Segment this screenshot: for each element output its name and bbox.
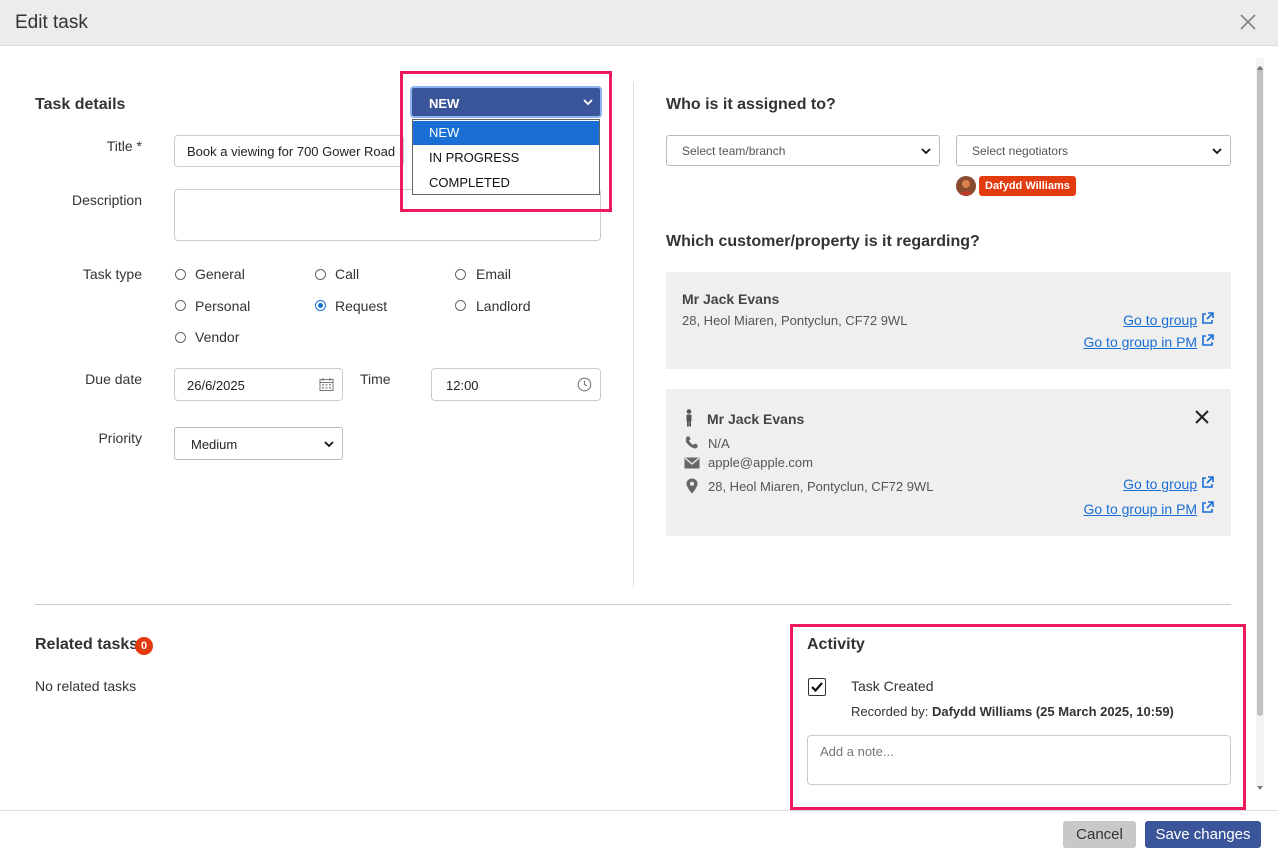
clock-icon[interactable]	[577, 377, 592, 395]
contact-phone: N/A	[708, 436, 730, 451]
chevron-down-icon	[583, 99, 593, 106]
external-link-icon	[1202, 476, 1214, 488]
avatar	[956, 176, 976, 196]
contact-address: 28, Heol Miaren, Pontyclun, CF72 9WL	[708, 479, 934, 494]
radio-call[interactable]	[315, 269, 326, 280]
remove-contact-icon[interactable]	[1194, 409, 1210, 428]
priority-select[interactable]: Medium	[174, 427, 343, 460]
cancel-button[interactable]: Cancel	[1063, 821, 1136, 848]
go-to-group-link-2[interactable]: Go to group	[1123, 476, 1214, 492]
calendar-icon[interactable]	[319, 377, 334, 395]
radio-general-label[interactable]: General	[195, 266, 245, 282]
recorded-by-detail: Dafydd Williams (25 March 2025, 10:59)	[931, 704, 1174, 719]
status-option-in-progress[interactable]: IN PROGRESS	[413, 146, 599, 170]
envelope-icon	[684, 456, 700, 472]
radio-personal[interactable]	[175, 300, 186, 311]
activity-checkbox[interactable]	[808, 678, 826, 696]
radio-request[interactable]	[315, 300, 326, 311]
due-date-input[interactable]: 26/6/2025	[174, 368, 343, 401]
time-value: 12:00	[446, 378, 479, 393]
scroll-up-icon[interactable]	[1256, 58, 1264, 74]
related-tasks-heading: Related tasks	[35, 636, 139, 653]
recorded-by-prefix: Recorded by:	[851, 704, 929, 719]
assigned-heading: Who is it assigned to?	[666, 96, 836, 113]
go-to-group-pm-link-2[interactable]: Go to group in PM	[1083, 501, 1214, 517]
scrollbar-thumb[interactable]	[1257, 66, 1263, 716]
no-related-tasks-text: No related tasks	[35, 678, 137, 694]
person-icon	[684, 409, 694, 430]
map-pin-icon	[686, 478, 698, 497]
scroll-down-icon[interactable]	[1256, 778, 1264, 794]
radio-landlord-label[interactable]: Landlord	[476, 298, 531, 314]
time-label: Time	[360, 371, 391, 387]
status-selected-value: NEW	[429, 96, 460, 111]
checkmark-icon	[811, 682, 823, 693]
chevron-down-icon	[324, 440, 334, 447]
customer-card-name: Mr Jack Evans	[682, 291, 780, 307]
radio-landlord[interactable]	[455, 300, 466, 311]
chevron-down-icon	[1212, 147, 1222, 154]
modal-header	[0, 0, 1278, 46]
activity-heading: Activity	[807, 636, 865, 653]
radio-request-label[interactable]: Request	[335, 298, 387, 314]
related-tasks-count: 0	[135, 637, 153, 655]
save-changes-button[interactable]: Save changes	[1145, 821, 1261, 848]
title-input[interactable]: Book a viewing for 700 Gower Road	[174, 135, 404, 167]
negotiators-placeholder: Select negotiators	[972, 144, 1069, 158]
modal-title: Edit task	[15, 12, 88, 33]
radio-general[interactable]	[175, 269, 186, 280]
status-select[interactable]: NEW	[410, 86, 602, 118]
radio-email-label[interactable]: Email	[476, 266, 511, 282]
task-details-heading: Task details	[35, 96, 126, 113]
activity-item-title: Task Created	[851, 678, 934, 694]
add-note-input[interactable]: Add a note...	[807, 735, 1231, 785]
add-note-placeholder: Add a note...	[820, 744, 894, 759]
priority-value: Medium	[191, 437, 238, 452]
external-link-icon	[1202, 501, 1214, 513]
go-to-group-link[interactable]: Go to group	[1123, 312, 1214, 328]
status-dropdown-list: NEW IN PROGRESS COMPLETED	[412, 119, 600, 195]
status-option-completed[interactable]: COMPLETED	[413, 171, 599, 195]
activity-recorded-by: Recorded by: Dafydd Williams (25 March 2…	[851, 704, 1174, 719]
due-date-value: 26/6/2025	[187, 378, 245, 393]
regarding-heading: Which customer/property is it regarding?	[666, 233, 980, 250]
time-input[interactable]: 12:00	[431, 368, 601, 401]
radio-vendor-label[interactable]: Vendor	[195, 329, 239, 345]
radio-personal-label[interactable]: Personal	[195, 298, 250, 314]
title-input-value: Book a viewing for 700 Gower Road	[187, 144, 396, 159]
assignee-badge[interactable]: Dafydd Williams	[979, 176, 1076, 196]
due-date-label: Due date	[85, 371, 142, 387]
radio-email[interactable]	[455, 269, 466, 280]
priority-label: Priority	[98, 430, 142, 446]
team-branch-placeholder: Select team/branch	[682, 144, 786, 158]
status-option-new[interactable]: NEW	[413, 121, 599, 145]
chevron-down-icon	[921, 147, 931, 154]
close-icon[interactable]	[1238, 12, 1258, 32]
column-divider	[633, 82, 634, 587]
section-divider	[35, 604, 1231, 605]
description-label: Description	[71, 192, 142, 208]
go-to-group-pm-link[interactable]: Go to group in PM	[1083, 334, 1214, 350]
external-link-icon	[1202, 334, 1214, 346]
external-link-icon	[1202, 312, 1214, 324]
radio-vendor[interactable]	[175, 332, 186, 343]
radio-call-label[interactable]: Call	[335, 266, 359, 282]
customer-card-address: 28, Heol Miaren, Pontyclun, CF72 9WL	[682, 313, 908, 328]
task-type-label: Task type	[82, 266, 142, 282]
contact-email: apple@apple.com	[708, 455, 813, 470]
phone-icon	[684, 435, 699, 453]
contact-name: Mr Jack Evans	[707, 411, 805, 427]
negotiators-select[interactable]: Select negotiators	[956, 135, 1231, 166]
team-branch-select[interactable]: Select team/branch	[666, 135, 940, 166]
title-label: Title *	[106, 138, 142, 154]
